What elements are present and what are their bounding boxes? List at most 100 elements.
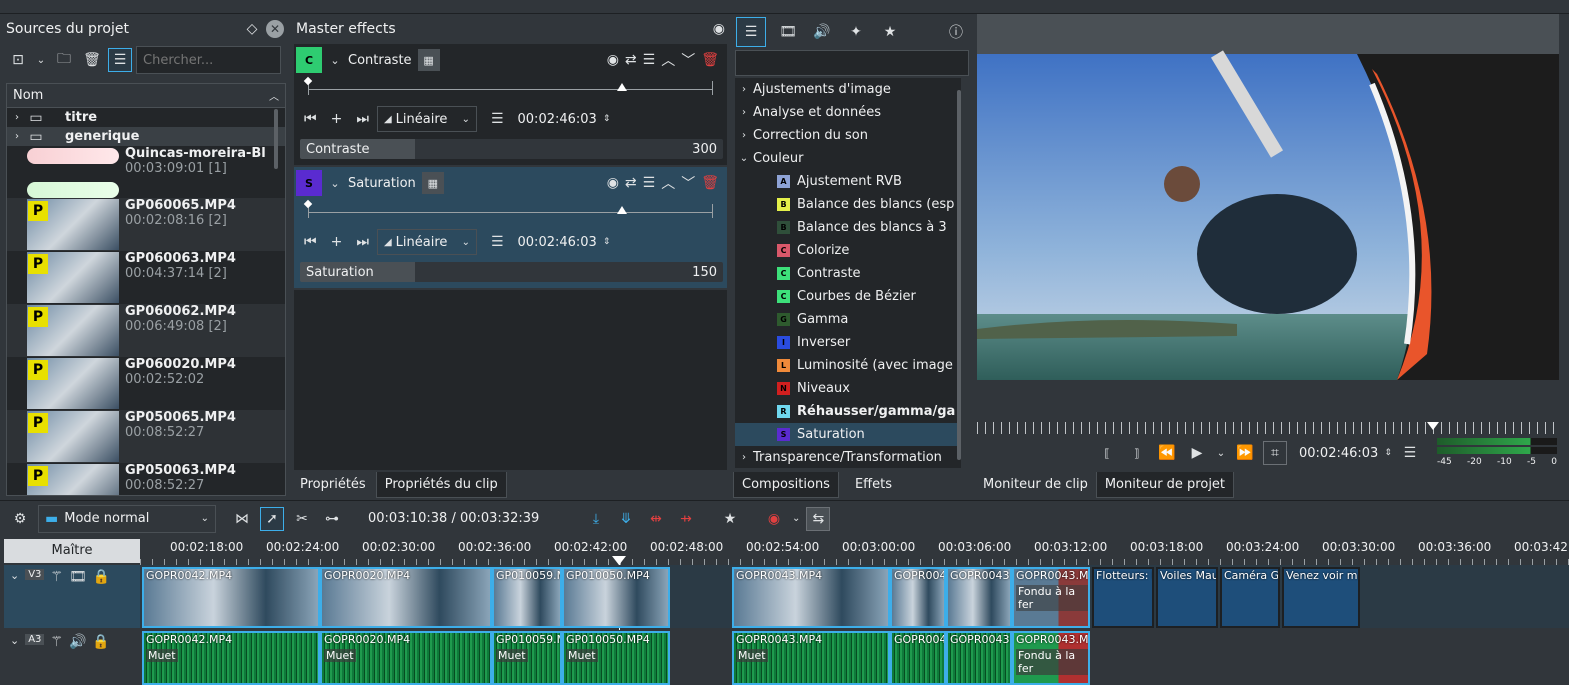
graph-icon[interactable]: ▦ — [421, 172, 444, 194]
video-clip[interactable]: GP010059.M — [492, 567, 562, 628]
tab-clip-monitor[interactable]: Moniteur de clip — [975, 472, 1096, 498]
expand-icon[interactable]: › — [11, 112, 23, 123]
tab-properties[interactable]: Propriétés — [292, 472, 374, 498]
collapse-icon[interactable]: ⌄ — [328, 177, 342, 190]
extract-icon[interactable]: ⇹ — [644, 507, 668, 531]
effect-item[interactable]: C Colorize — [735, 239, 961, 262]
select-tool-icon[interactable]: ➚ — [260, 506, 284, 531]
audio-clip[interactable]: GOPR0043.MP Fondu à la fer — [1012, 631, 1090, 685]
add-keyframe-icon[interactable]: + — [331, 111, 343, 127]
audio-icon[interactable]: 🔊 — [810, 20, 834, 44]
mixer-icon[interactable]: ⇆ — [806, 506, 831, 531]
list-item[interactable] — [7, 180, 285, 198]
keyframe-marker[interactable] — [303, 76, 313, 86]
chevron-right-icon[interactable]: › — [739, 452, 749, 463]
effect-category[interactable]: › Analyse et données — [735, 101, 961, 124]
tab-clip-properties[interactable]: Propriétés du clip — [375, 472, 507, 498]
title-clip[interactable]: Flotteurs: F — [1092, 567, 1154, 628]
zone-in-icon[interactable]: ⟦ — [1095, 441, 1119, 465]
effects-search-input[interactable] — [735, 50, 969, 76]
collapse-icon[interactable]: ⌄ — [10, 634, 19, 647]
add-clip-icon[interactable]: ⊡ — [6, 48, 30, 72]
move-up-icon[interactable]: ︿ — [661, 173, 675, 193]
effects-wand-icon[interactable]: ⚚ — [50, 634, 63, 650]
previous-keyframe-icon[interactable]: ⏮ — [304, 111, 317, 127]
delete-icon[interactable]: 🗑 — [701, 52, 719, 68]
folder-row[interactable]: › ▭ generique — [7, 127, 285, 146]
video-frame[interactable] — [977, 14, 1559, 422]
playhead-marker[interactable] — [617, 206, 627, 214]
keyframe-marker[interactable] — [303, 199, 313, 209]
rewind-icon[interactable]: ⏪ — [1155, 441, 1179, 465]
param-slider[interactable]: Saturation 150 — [300, 262, 723, 282]
param-slider[interactable]: Contraste 300 — [300, 139, 723, 159]
title-clip[interactable]: Caméra Go — [1220, 567, 1280, 628]
eye-icon[interactable]: ◉ — [713, 21, 725, 37]
master-label[interactable]: Maître — [4, 539, 140, 563]
list-item[interactable]: P GP050065.MP4 00:08:52:27 — [7, 410, 285, 463]
video-clip[interactable]: GOPR0043. — [946, 567, 1012, 628]
forward-icon[interactable]: ⏩ — [1233, 441, 1257, 465]
menu-icon[interactable]: ☰ — [643, 52, 656, 68]
chevron-right-icon[interactable]: › — [739, 84, 749, 95]
effect-category[interactable]: › Transparence/Transformation — [735, 446, 961, 468]
keyframe-ruler[interactable] — [303, 199, 713, 225]
menu-icon[interactable]: ☰ — [491, 111, 504, 127]
slip-tool-icon[interactable]: ⊶ — [320, 507, 344, 531]
float-icon[interactable]: ◇ — [242, 21, 262, 37]
effect-item[interactable]: I Inverser — [735, 331, 961, 354]
lock-icon[interactable]: 🔒 — [93, 569, 110, 585]
playhead-marker[interactable] — [1427, 422, 1439, 430]
favorite-icon[interactable]: ★ — [878, 20, 902, 44]
spacer-tool-icon[interactable]: ⋈ — [230, 507, 254, 531]
overwrite-icon[interactable]: ⤋ — [614, 507, 638, 531]
keyframe-ruler[interactable] — [303, 76, 713, 102]
info-icon[interactable]: ⓘ — [944, 20, 968, 44]
crop-icon[interactable]: ⌗ — [1263, 441, 1287, 465]
tab-project-monitor[interactable]: Moniteur de projet — [1095, 472, 1235, 498]
folder-row[interactable]: › ▭ titre — [7, 108, 285, 127]
record-icon[interactable]: ◉ — [762, 507, 786, 531]
effect-category[interactable]: › Ajustements d'image — [735, 78, 961, 101]
list-icon[interactable]: ☰ — [736, 17, 766, 47]
lift-icon[interactable]: ⇸ — [674, 507, 698, 531]
monitor-timecode[interactable]: 00:02:46:03 — [1299, 446, 1378, 461]
move-up-icon[interactable]: ︿ — [661, 50, 675, 70]
video-clip[interactable]: GP010050.MP4 — [562, 567, 670, 628]
chevron-right-icon[interactable]: › — [739, 130, 749, 141]
film-icon[interactable]: 🎞 — [776, 20, 800, 44]
spin-icon[interactable]: ⇕ — [603, 237, 611, 247]
video-clip[interactable]: GOPR0042.MP4 — [142, 567, 320, 628]
keyframe-timecode[interactable]: 00:02:46:03 — [518, 112, 597, 127]
timeline-ruler[interactable]: 00:02:18:00 00:02:24:00 00:02:30:00 00:02:3… — [140, 539, 1569, 565]
mode-select[interactable]: ▬ Mode normal ⌄ — [38, 504, 216, 533]
spin-icon[interactable]: ⇕ — [603, 114, 611, 124]
list-item[interactable]: P GP060020.MP4 00:02:52:02 — [7, 357, 285, 410]
graph-icon[interactable]: ▦ — [417, 49, 440, 71]
list-item[interactable]: P GP060063.MP4 00:04:37:14 [2] — [7, 251, 285, 304]
settings-icon[interactable]: ⚙ — [8, 507, 32, 531]
collapse-icon[interactable]: ⌄ — [10, 569, 19, 582]
eye-icon[interactable]: ◉ — [607, 175, 619, 191]
lock-icon[interactable]: 🔒 — [92, 634, 109, 650]
keyframe-timecode[interactable]: 00:02:46:03 — [518, 235, 597, 250]
effect-category[interactable]: ⌄ Couleur — [735, 147, 961, 170]
chevron-down-icon[interactable]: ⌄ — [792, 513, 800, 524]
next-keyframe-icon[interactable]: ⏭ — [356, 234, 369, 250]
monitor-ruler[interactable] — [977, 422, 1559, 434]
audio-clip[interactable]: GP010059.M Muet — [492, 631, 562, 685]
video-clip[interactable]: GOPR004 — [890, 567, 946, 628]
track-header-v3[interactable]: ⌄ V3 ⚚ 🎞 🔒 — [4, 565, 140, 628]
playhead-marker[interactable] — [612, 556, 626, 565]
tab-effects[interactable]: Effets — [838, 472, 909, 498]
audio-clip[interactable]: GOPR004 — [890, 631, 946, 685]
add-keyframe-icon[interactable]: + — [331, 234, 343, 250]
menu-icon[interactable]: ☰ — [643, 175, 656, 191]
list-item[interactable]: Quincas-moreira-Bl 00:03:09:01 [1] — [7, 146, 285, 180]
audio-clip[interactable]: GP010050.MP4 Muet — [562, 631, 670, 685]
next-keyframe-icon[interactable]: ⏭ — [356, 111, 369, 127]
expand-icon[interactable]: › — [11, 131, 23, 142]
search-input[interactable] — [136, 46, 281, 74]
film-icon[interactable]: 🎞 — [69, 569, 87, 585]
effect-item[interactable]: G Gamma — [735, 308, 961, 331]
